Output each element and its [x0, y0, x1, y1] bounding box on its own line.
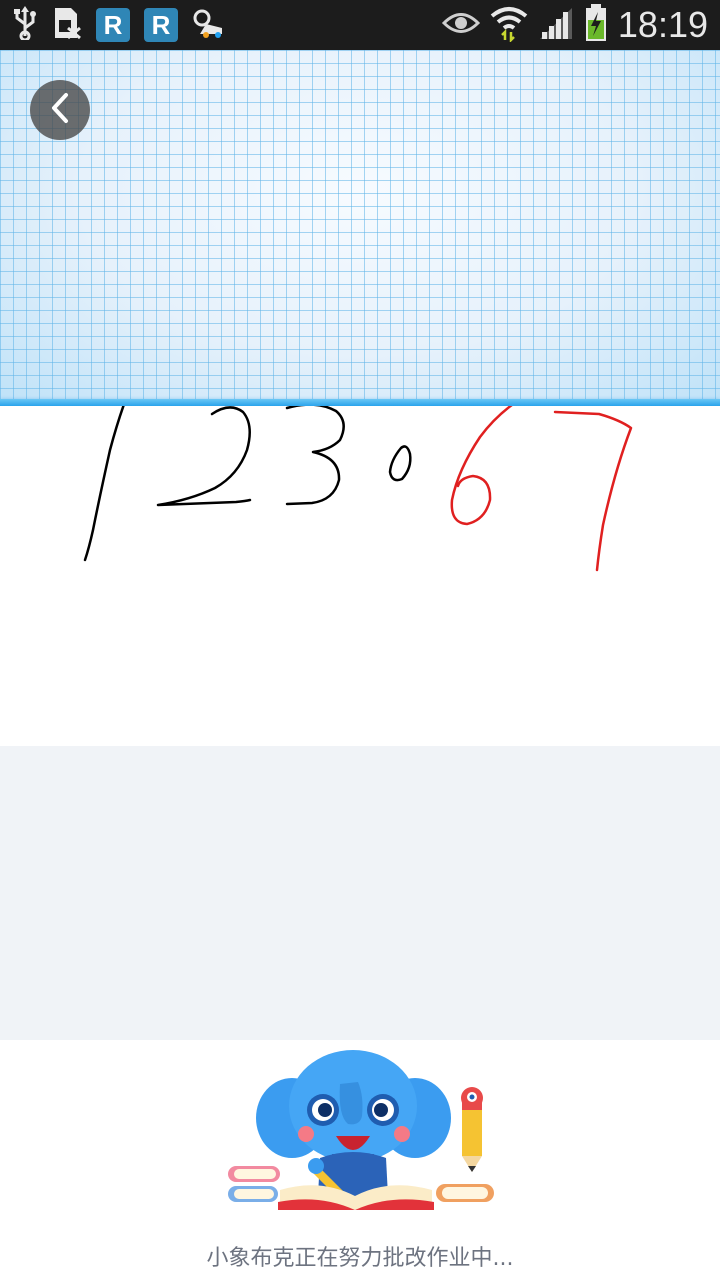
system-indicators: 18:19	[441, 0, 708, 50]
result-panel	[0, 746, 720, 1040]
digit-2-stroke	[156, 406, 252, 507]
wifi-icon	[490, 4, 528, 46]
loading-message: 小象布克正在努力批改作业中...	[206, 1246, 514, 1271]
signal-icon	[538, 6, 574, 44]
usb-icon	[12, 6, 38, 44]
notification-icons: R R	[12, 6, 228, 44]
digit-3-stroke	[285, 406, 345, 506]
grid-paper-header	[0, 50, 720, 402]
handwriting-canvas[interactable]	[0, 406, 720, 746]
status-bar: R R 18:19	[0, 0, 720, 50]
r-app-icon: R	[96, 8, 130, 42]
battery-charging-icon	[584, 4, 608, 46]
chevron-left-icon	[48, 91, 72, 129]
grid-paper-edge	[0, 399, 720, 406]
digit-1-stroke	[83, 406, 125, 562]
r-app-icon: R	[144, 8, 178, 42]
elephant-mascot-illustration	[220, 1046, 510, 1218]
sim-card-icon	[52, 6, 82, 44]
car-app-icon	[192, 8, 228, 42]
clock-time: 18:19	[617, 4, 708, 45]
digit-7-stroke	[553, 410, 633, 572]
digit-6-stroke	[450, 406, 513, 526]
back-button[interactable]	[30, 80, 90, 140]
eye-icon	[441, 10, 481, 40]
digit-0-stroke	[388, 445, 412, 482]
